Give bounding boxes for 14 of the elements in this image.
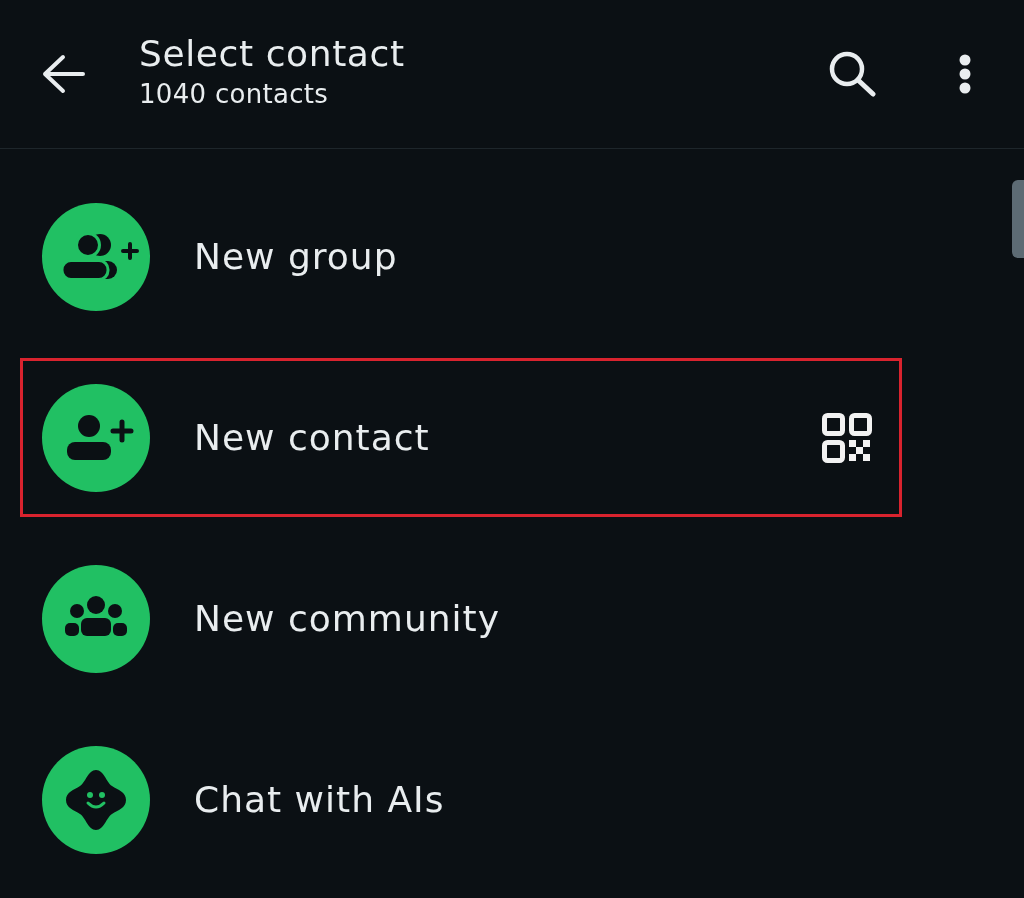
menu-item[interactable]: Chat with AIs [20,720,902,879]
menu-item[interactable]: New community [20,539,902,698]
menu-item[interactable]: New contact [20,358,902,517]
qr-code-icon[interactable] [822,412,872,463]
group-add-icon [42,202,150,311]
contact-count: 1040 contacts [139,78,329,111]
person-add-icon [42,383,150,492]
more-menu-icon[interactable] [958,54,972,94]
people-group-icon [42,564,150,673]
scrollbar-thumb[interactable] [1012,180,1024,258]
page-title: Select contact [139,32,405,76]
back-arrow-icon[interactable] [42,54,86,94]
search-icon[interactable] [828,51,876,97]
menu-item[interactable]: New group [20,177,902,336]
